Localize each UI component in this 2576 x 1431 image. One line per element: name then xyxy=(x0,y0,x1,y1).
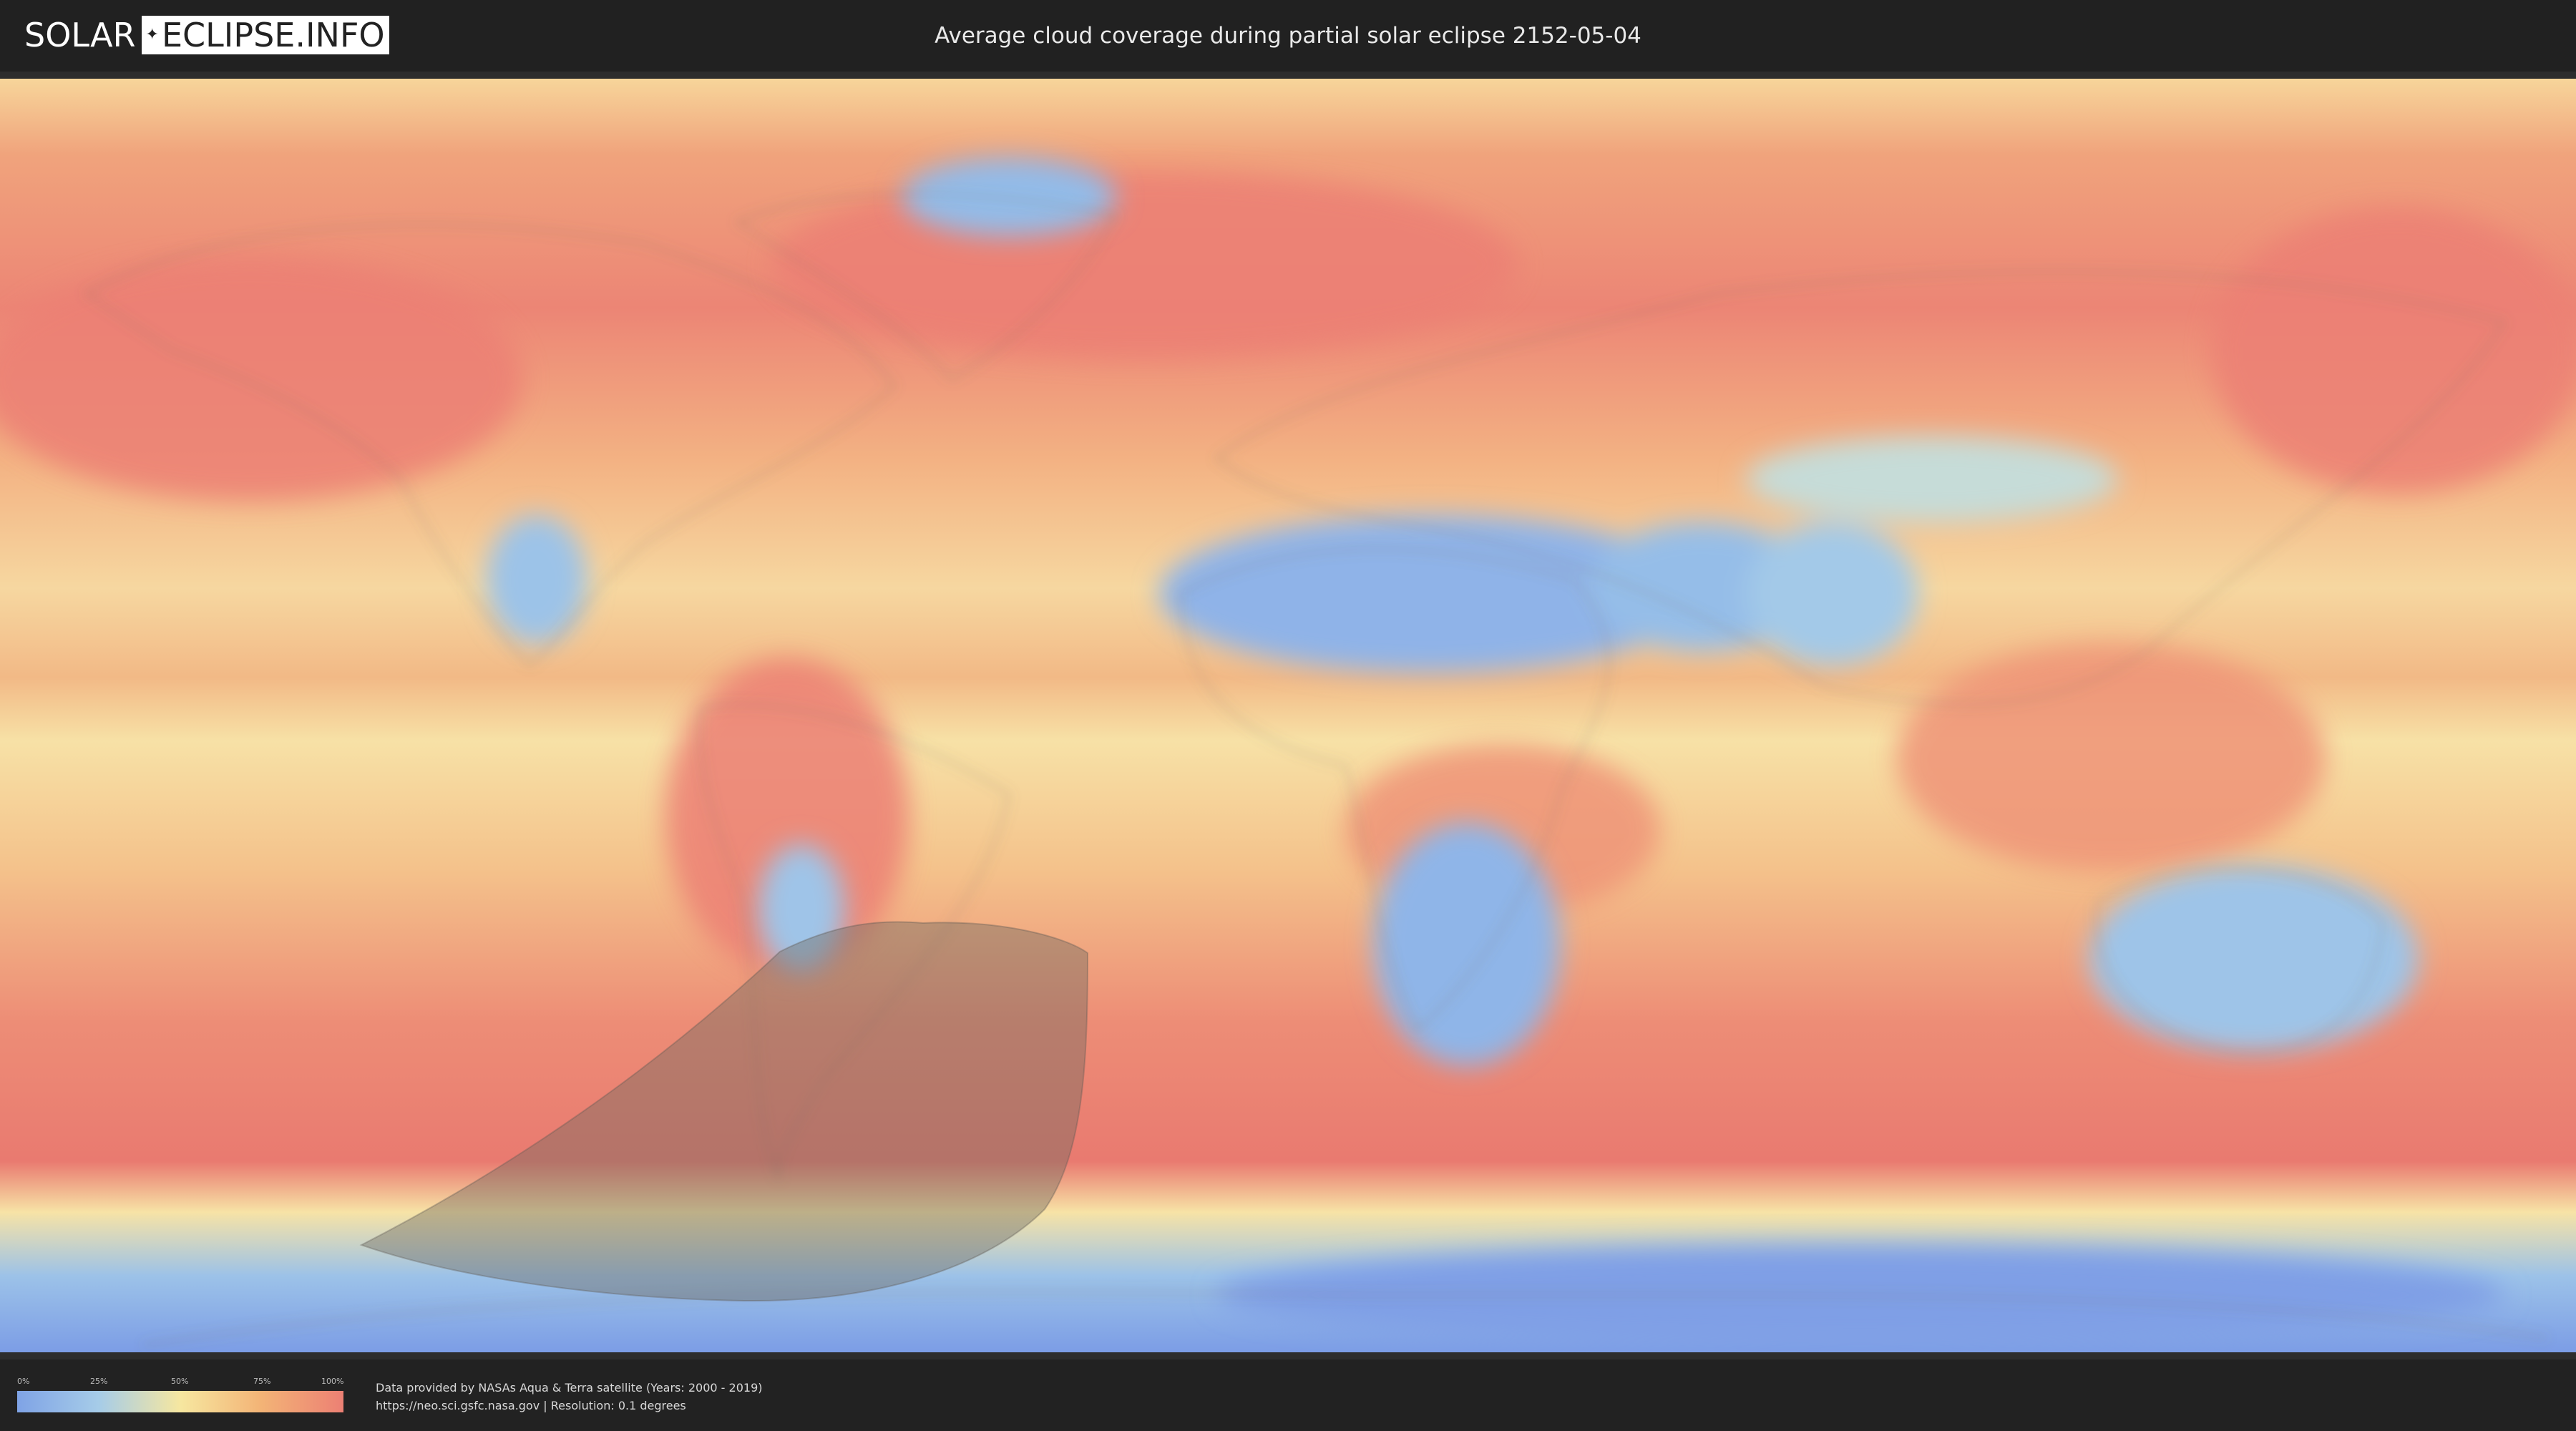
data-credits: Data provided by NASAs Aqua & Terra sate… xyxy=(376,1379,763,1415)
legend-tick-0: 0% xyxy=(17,1377,30,1386)
legend-tick-50: 50% xyxy=(171,1377,189,1386)
footer-bar: 0% 25% 50% 75% 100% Data provided by NAS… xyxy=(0,1359,2576,1431)
header-bar: SOLAR ✦ ECLIPSE.INFO Average cloud cover… xyxy=(0,0,2576,72)
logo-text-solar: SOLAR xyxy=(24,16,136,54)
site-logo[interactable]: SOLAR ✦ ECLIPSE.INFO xyxy=(24,16,389,54)
page-title: Average cloud coverage during partial so… xyxy=(935,23,1641,49)
map-container xyxy=(0,72,2576,1359)
credits-source: Data provided by NASAs Aqua & Terra sate… xyxy=(376,1381,763,1395)
legend-tick-25: 25% xyxy=(90,1377,108,1386)
legend-tick-100: 100% xyxy=(321,1377,344,1386)
logo-sun-icon: ✦ xyxy=(145,26,159,44)
cloud-coverage-legend: 0% 25% 50% 75% 100% xyxy=(17,1377,343,1414)
cloud-coverage-map[interactable] xyxy=(0,79,2576,1352)
logo-text-eclipse-info: ✦ ECLIPSE.INFO xyxy=(141,16,389,54)
legend-tick-75: 75% xyxy=(253,1377,271,1386)
logo-text-domain: ECLIPSE.INFO xyxy=(161,16,385,54)
legend-ticks: 0% 25% 50% 75% 100% xyxy=(17,1377,343,1388)
credits-link[interactable]: https://neo.sci.gsfc.nasa.gov | Resoluti… xyxy=(376,1397,763,1415)
legend-color-scale xyxy=(17,1391,343,1412)
